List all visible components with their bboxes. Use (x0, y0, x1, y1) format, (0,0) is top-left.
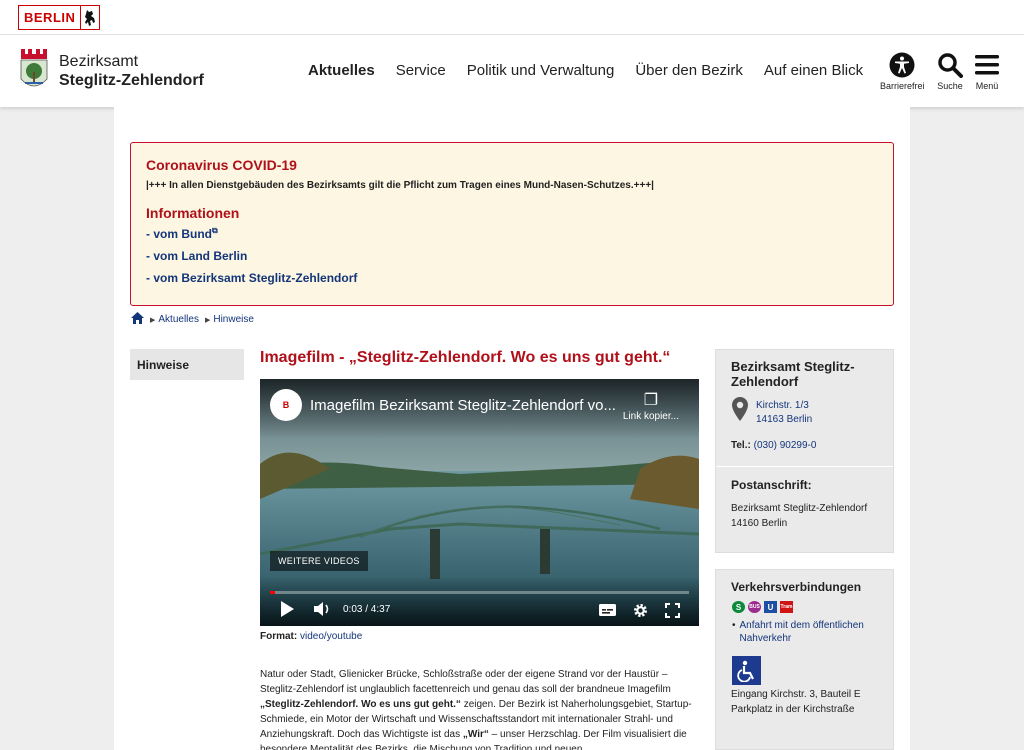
breadcrumb-separator-icon: ▶ (150, 316, 156, 324)
article-text-bold2: „Wir“ (462, 729, 489, 740)
corona-title: Coronavirus COVID-19 (146, 157, 297, 173)
district-name[interactable]: Bezirksamt Steglitz-Zehlendorf (59, 52, 204, 90)
district-name-line2: Steglitz-Zehlendorf (59, 72, 204, 89)
corona-notice-box: Coronavirus COVID-19 |+++ In allen Diens… (130, 142, 894, 306)
transit-directions-link[interactable]: • Anfahrt mit dem öffentlichen Nahverkeh… (732, 619, 882, 645)
nav-ueber-den-bezirk[interactable]: Über den Bezirk (635, 62, 743, 79)
district-crest-icon[interactable] (19, 47, 49, 93)
settings-gear-icon[interactable] (633, 603, 648, 621)
postal-heading: Postanschrift: (731, 478, 812, 492)
contact-phone: Tel.: (030) 90299-0 (731, 440, 816, 451)
nav-service[interactable]: Service (396, 62, 446, 79)
hamburger-menu-icon (975, 51, 999, 79)
volume-icon[interactable] (314, 601, 332, 620)
bullet-icon: • (732, 620, 736, 631)
tel-label: Tel.: (731, 440, 751, 451)
breadcrumb-separator-icon: ▶ (204, 316, 211, 324)
accessibility-button[interactable]: Barrierefrei (880, 51, 925, 91)
transit-icons: S BUS U Tram (732, 601, 796, 613)
berlin-logo-text: BERLIN (19, 6, 82, 29)
contact-city: 14163 Berlin (756, 414, 813, 425)
transit-directions-label: Anfahrt mit dem öffentlichen Nahverkehr (739, 620, 864, 644)
subtitles-icon[interactable] (599, 604, 616, 619)
channel-logo[interactable]: B (270, 389, 302, 421)
breadcrumb-hinweise[interactable]: Hinweise (213, 314, 254, 325)
transit-box: Verkehrsverbindungen S BUS U Tram • Anfa… (715, 569, 894, 750)
article-title: Imagefilm - „Steglitz-Zehlendorf. Wo es … (260, 349, 671, 366)
article-text-bold1: „Steglitz-Zehlendorf. Wo es uns gut geht… (260, 699, 461, 710)
article-text-part1: Natur oder Stadt, Glienicker Brücke, Sch… (260, 669, 671, 695)
sbahn-icon: S (732, 601, 745, 613)
ubahn-icon: U (764, 601, 777, 613)
nav-auf-einen-blick[interactable]: Auf einen Blick (764, 62, 863, 79)
format-label: Format: (260, 631, 298, 642)
video-title[interactable]: Imagefilm Bezirksamt Steglitz-Zehlendorf… (310, 397, 616, 414)
sidebar-item-hinweise[interactable]: Hinweise (130, 349, 244, 380)
play-icon[interactable] (280, 601, 294, 620)
nav-aktuelles[interactable]: Aktuelles (308, 62, 375, 79)
home-icon[interactable] (131, 312, 144, 327)
copy-icon: ❐ (643, 392, 659, 409)
location-pin-icon (732, 397, 748, 426)
berlin-top-bar: BERLIN (0, 0, 1024, 35)
access-line1: Eingang Kirchstr. 3, Bauteil E (731, 689, 861, 700)
contact-name: Bezirksamt Steglitz-Zehlendorf (731, 359, 855, 389)
tram-icon: Tram (780, 601, 793, 613)
copy-link-label: Link kopier... (622, 411, 679, 422)
accessibility-icon (880, 51, 925, 79)
search-label: Suche (937, 81, 963, 91)
nav-politik-und-verwaltung[interactable]: Politik und Verwaltung (467, 62, 615, 79)
menu-button[interactable]: Menü (975, 51, 999, 91)
divider (716, 466, 893, 467)
contact-street: Kirchstr. 1/3 (756, 400, 809, 411)
video-time: 0:03 / 4:37 (343, 604, 391, 615)
postal-line2: 14160 Berlin (731, 518, 788, 529)
menu-label: Menü (975, 81, 999, 91)
accessibility-label: Barrierefrei (880, 81, 925, 91)
corona-info-heading: Informationen (146, 205, 240, 221)
video-progress-fill (270, 591, 275, 594)
main-navigation: Aktuelles Service Politik und Verwaltung… (308, 62, 884, 79)
link-vom-bund-label: - vom Bund (146, 227, 212, 241)
postal-line1: Bezirksamt Steglitz-Zehlendorf (731, 503, 868, 514)
berlin-logo[interactable]: BERLIN (18, 5, 100, 30)
video-progress-bar[interactable] (270, 591, 689, 594)
breadcrumb-aktuelles[interactable]: Aktuelles (158, 314, 199, 325)
video-format: Format: video/youtube (260, 631, 362, 642)
link-vom-bezirksamt[interactable]: - vom Bezirksamt Steglitz-Zehlendorf (146, 271, 878, 285)
berlin-bear-icon (81, 9, 99, 27)
link-vom-bund[interactable]: - vom Bund⧉ (146, 226, 878, 241)
wheelchair-icon (732, 656, 761, 685)
tel-value-link[interactable]: (030) 90299-0 (754, 440, 817, 451)
breadcrumb: ▶ Aktuelles ▶ Hinweise (131, 312, 254, 327)
access-line2: Parkplatz in der Kirchstraße (731, 704, 855, 715)
external-link-icon: ⧉ (212, 226, 218, 235)
format-link[interactable]: video/youtube (300, 631, 362, 642)
transit-heading: Verkehrsverbindungen (731, 580, 862, 594)
bus-icon: BUS (748, 601, 761, 613)
site-header: Bezirksamt Steglitz-Zehlendorf Aktuelles… (0, 35, 1024, 107)
search-icon (937, 51, 963, 79)
video-player[interactable]: B Imagefilm Bezirksamt Steglitz-Zehlendo… (260, 379, 699, 626)
postal-address: Bezirksamt Steglitz-Zehlendorf 14160 Ber… (731, 501, 867, 531)
search-button[interactable]: Suche (937, 51, 963, 91)
article-body: Natur oder Stadt, Glienicker Brücke, Sch… (260, 667, 700, 750)
accessibility-info: Eingang Kirchstr. 3, Bauteil E Parkplatz… (731, 687, 861, 717)
corona-notice-text: |+++ In allen Dienstgebäuden des Bezirks… (146, 180, 654, 191)
district-name-line1: Bezirksamt (59, 53, 139, 70)
copy-link-button[interactable]: ❐ Link kopier... (623, 391, 679, 422)
contact-address-link[interactable]: Kirchstr. 1/3 14163 Berlin (756, 399, 812, 427)
link-vom-land-berlin[interactable]: - vom Land Berlin (146, 249, 878, 263)
fullscreen-icon[interactable] (665, 603, 680, 621)
contact-box: Bezirksamt Steglitz-Zehlendorf Kirchstr.… (715, 349, 894, 553)
more-videos-button[interactable]: WEITERE VIDEOS (270, 551, 368, 571)
